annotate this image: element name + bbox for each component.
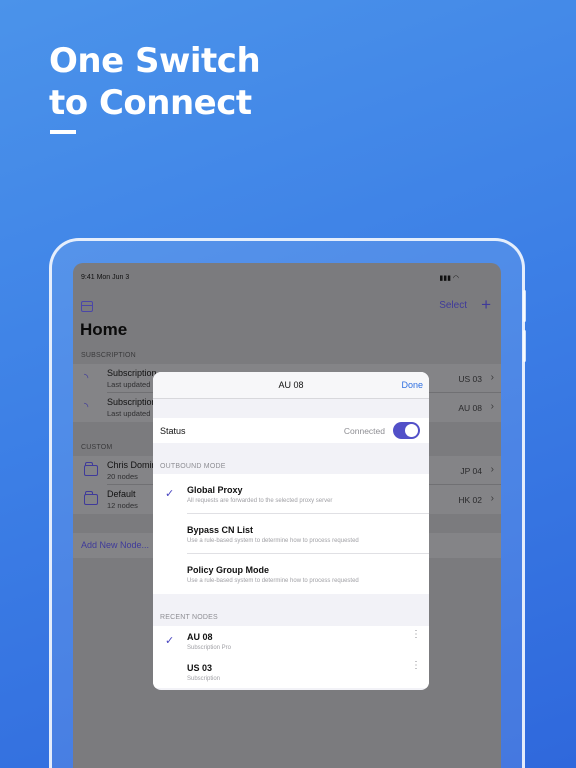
done-button[interactable]: Done bbox=[401, 380, 423, 390]
page-title: Home bbox=[80, 320, 128, 339]
node-detail-sheet: AU 08 Done Status Connected OUTBOUND MOD… bbox=[153, 372, 429, 690]
more-icon[interactable]: ⋮ bbox=[411, 630, 421, 640]
status-value: Connected bbox=[343, 426, 385, 436]
signal-wifi-icon: ▮▮▮ ◠ bbox=[439, 275, 459, 282]
add-icon[interactable]: + bbox=[481, 295, 491, 315]
status-row: Status Connected bbox=[153, 418, 429, 443]
recent-node-us-03[interactable]: US 03 Subscription ⋮ bbox=[153, 657, 429, 688]
promo-headline-line-1: One Switch bbox=[49, 41, 261, 81]
toggle-knob bbox=[405, 424, 418, 437]
row-node: JP 04 bbox=[460, 466, 482, 476]
chevron-right-icon: › bbox=[490, 372, 494, 383]
more-icon[interactable]: ⋮ bbox=[411, 661, 421, 671]
recent-nodes-header: RECENT NODES bbox=[160, 614, 218, 621]
folder-icon bbox=[84, 491, 98, 505]
row-title: Subscription bbox=[107, 368, 157, 378]
row-subtitle: 12 nodes bbox=[107, 501, 138, 510]
headline-underline bbox=[50, 130, 76, 134]
mode-title: Policy Group Mode bbox=[187, 565, 270, 575]
mode-option-policy-group[interactable]: Policy Group Mode Use a rule-based syste… bbox=[153, 554, 429, 594]
promo-headline-line-2: to Connect bbox=[49, 83, 252, 123]
device-volume-up-button bbox=[523, 290, 526, 322]
node-title: AU 08 bbox=[187, 632, 213, 642]
rss-icon: ◝ bbox=[84, 401, 89, 413]
chevron-right-icon: › bbox=[490, 493, 494, 504]
row-subtitle: 20 nodes bbox=[107, 472, 138, 481]
rss-icon: ◝ bbox=[84, 372, 89, 384]
mode-description: All requests are forwarded to the select… bbox=[187, 498, 333, 504]
status-label: Status bbox=[160, 426, 186, 436]
mode-title: Bypass CN List bbox=[187, 525, 254, 535]
row-subtitle: Last updated bbox=[107, 380, 151, 389]
subscription-section-header: SUBSCRIPTION bbox=[81, 352, 136, 359]
row-node: HK 02 bbox=[458, 495, 482, 505]
promo-headline: One Switch to Connect bbox=[49, 40, 261, 124]
row-node: US 03 bbox=[458, 374, 482, 384]
mode-title: Global Proxy bbox=[187, 485, 243, 495]
checkmark-icon: ✓ bbox=[165, 488, 175, 500]
row-node: AU 08 bbox=[458, 403, 482, 413]
custom-section-header: CUSTOM bbox=[81, 444, 113, 451]
row-subtitle: Last updated bbox=[107, 409, 151, 418]
status-bar-time: 9:41 Mon Jun 3 bbox=[81, 274, 130, 281]
outbound-mode-header: OUTBOUND MODE bbox=[160, 463, 226, 470]
node-subtitle: Subscription bbox=[187, 676, 221, 682]
row-title: Default bbox=[107, 489, 136, 499]
mode-option-global-proxy[interactable]: ✓ Global Proxy All requests are forwarde… bbox=[153, 474, 429, 514]
mode-description: Use a rule-based system to determine how… bbox=[187, 578, 359, 584]
checkmark-icon: ✓ bbox=[165, 635, 175, 647]
connection-toggle[interactable] bbox=[393, 422, 420, 439]
recent-node-au-08[interactable]: ✓ AU 08 Subscription Pro ⋮ bbox=[153, 626, 429, 657]
add-new-node-link[interactable]: Add New Node... bbox=[81, 540, 149, 550]
device-volume-down-button bbox=[523, 330, 526, 362]
row-title: Subscription bbox=[107, 397, 157, 407]
node-title: US 03 bbox=[187, 663, 213, 673]
select-button[interactable]: Select bbox=[439, 300, 467, 311]
sheet-title: AU 08 bbox=[278, 380, 304, 390]
folder-icon bbox=[84, 462, 98, 476]
row-title: Chris Domin bbox=[107, 460, 157, 470]
sheet-header: AU 08 Done bbox=[153, 372, 429, 399]
node-subtitle: Subscription Pro bbox=[187, 645, 232, 651]
mode-description: Use a rule-based system to determine how… bbox=[187, 538, 359, 544]
chevron-right-icon: › bbox=[490, 464, 494, 475]
chevron-right-icon: › bbox=[490, 401, 494, 412]
server-icon[interactable] bbox=[81, 301, 93, 312]
mode-option-bypass-cn[interactable]: Bypass CN List Use a rule-based system t… bbox=[153, 514, 429, 554]
